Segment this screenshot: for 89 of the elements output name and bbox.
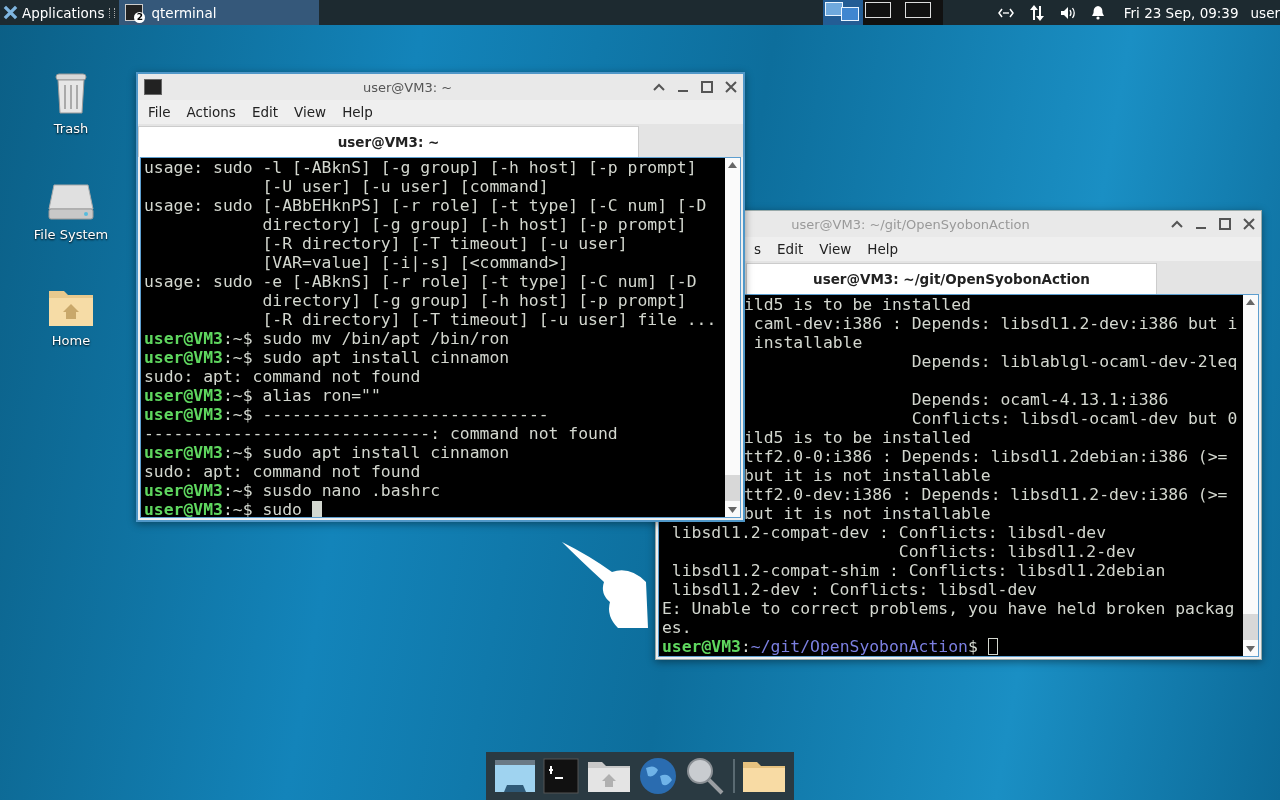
terminal-line: Depends: ocaml-4.13.1:i386: [910, 390, 1169, 409]
prompt-line: user@VM3:~$ sudo apt install cinnamon: [144, 443, 510, 462]
menu-item[interactable]: Help: [861, 241, 905, 257]
menu-item[interactable]: Help: [336, 104, 379, 120]
x-logo-icon: [3, 5, 18, 20]
shade-button[interactable]: [1171, 220, 1183, 228]
workspace-button[interactable]: [902, 0, 943, 25]
terminal-tab[interactable]: user@VM3: ~/git/OpenSyobonAction: [746, 263, 1157, 294]
terminal-line: [VAR=value] [-i|-s] [<command>]: [261, 253, 570, 272]
icon-label[interactable]: File System: [33, 227, 109, 242]
scrollbar-thumb[interactable]: [1243, 614, 1258, 640]
drive-icon[interactable]: [48, 183, 94, 221]
terminal-line: sudo: apt: command not found: [144, 462, 422, 481]
menu-item[interactable]: View: [288, 104, 333, 120]
search-icon[interactable]: [685, 756, 726, 796]
scroll-down-icon[interactable]: [1246, 646, 1255, 652]
terminal-line: usage: sudo -l [-ABknS] [-g group] [-h host] [-p prompt]: [144, 158, 698, 177]
terminal-line: but it is not installable: [743, 466, 991, 485]
scrollbar-thumb[interactable]: [725, 475, 740, 501]
globe-icon[interactable]: [637, 756, 678, 796]
menu-item[interactable]: s: [748, 241, 768, 257]
menu-item[interactable]: Edit: [771, 241, 810, 257]
terminal-line: [-R directory] [-T timeout] [-u user] file ...: [261, 310, 718, 329]
icon-label[interactable]: Home: [51, 333, 91, 348]
terminal-line: Conflicts: libsdl1.2-dev: [897, 542, 1137, 561]
grip-icon: [109, 7, 116, 18]
taskbar-button[interactable]: 2 qterminal: [119, 0, 320, 25]
terminal-line: libsdl1.2-dev : Conflicts: libsdl-dev: [670, 580, 1038, 599]
shade-button[interactable]: [653, 83, 665, 91]
terminal-line: ttf2.0-dev:i386 : Depends: libsdl1.2-dev:i386 (>=: [743, 485, 1228, 504]
terminal-line: [-U user] [-u user] [command]: [261, 177, 550, 196]
transfer-icon[interactable]: [1027, 3, 1046, 22]
terminal-line: ild5 is to be installed: [743, 295, 971, 314]
bell-icon[interactable]: [1090, 5, 1105, 20]
menu-item[interactable]: File: [142, 104, 177, 120]
terminal-line: Depends: liblablgl-ocaml-dev-2leq: [910, 352, 1238, 371]
user-menu[interactable]: user: [1250, 4, 1280, 21]
terminal-line: caml-dev:i386 : Depends: libsdl1.2-dev:i386 but i: [752, 314, 1238, 333]
close-button[interactable]: [725, 81, 737, 93]
menu-item[interactable]: View: [813, 241, 858, 257]
terminal-line: ild5 is to be installed: [743, 428, 971, 447]
terminal-line: but it is not installable: [743, 504, 991, 523]
terminal-line: [-R directory] [-T timeout] [-u user]: [261, 234, 629, 253]
terminal-line: installable: [752, 333, 863, 352]
scroll-down-icon[interactable]: [728, 507, 737, 513]
terminal-line: usage: sudo [-ABbEHknPS] [-r role] [-t type] [-C num] [-D: [144, 196, 708, 215]
terminal-line: es.: [662, 618, 693, 637]
count-badge: 2: [134, 12, 146, 23]
maximize-button[interactable]: [701, 81, 713, 93]
prompt-line: user@VM3:~/git/OpenSyobonAction$: [662, 637, 978, 656]
menu-item[interactable]: Actions: [180, 104, 242, 120]
terminal-line: usage: sudo -e [-ABknS] [-r role] [-t type] [-C num] [-D: [144, 272, 698, 291]
folder-icon[interactable]: [742, 759, 787, 793]
terminal-line: -----------------------------: command not found: [144, 424, 619, 443]
prompt-line: user@VM3:~$ sudo mv /bin/apt /bin/ron: [144, 329, 510, 348]
terminal-icon[interactable]: [543, 758, 580, 794]
terminal-line: libsdl1.2-compat-dev : Conflicts: libsdl-dev: [670, 523, 1108, 542]
prompt-line: user@VM3:~$ alias ron="": [144, 386, 381, 405]
menu-item[interactable]: Edit: [245, 104, 285, 120]
applications-menu[interactable]: Applications: [0, 0, 108, 25]
scrollbar[interactable]: [725, 158, 740, 517]
maximize-button[interactable]: [1219, 218, 1231, 230]
network-icon[interactable]: [997, 7, 1014, 18]
trash-icon[interactable]: [54, 71, 88, 115]
clock[interactable]: Fri 23 Sep, 09:39: [1123, 4, 1239, 21]
icon-label[interactable]: Trash: [53, 121, 89, 136]
terminal-line: ttf2.0-0:i386 : Depends: libsdl1.2debian:i386 (>=: [743, 447, 1228, 466]
terminal-line: Conflicts: libsdl-ocaml-dev but 0: [910, 409, 1238, 428]
workspace-button[interactable]: [862, 0, 903, 25]
prompt-line: user@VM3:~$ sudo apt install cinnamon: [144, 348, 510, 367]
prompt-line: user@VM3:~$ -----------------------------: [144, 405, 549, 424]
terminal-line: directory] [-g group] [-h host] [-p prompt]: [261, 291, 688, 310]
prompt-line: user@VM3:~$ susdo nano .bashrc: [144, 481, 441, 500]
scroll-up-icon[interactable]: [1246, 299, 1255, 305]
home-folder-icon[interactable]: [586, 759, 631, 793]
terminal-line: directory] [-g group] [-h host] [-p prompt]: [261, 215, 688, 234]
volume-icon[interactable]: [1059, 5, 1077, 20]
desktop-icon[interactable]: [493, 758, 536, 794]
workspace-button[interactable]: [822, 0, 863, 25]
terminal-icon: [144, 79, 162, 95]
terminal-line: libsdl1.2-compat-shim : Conflicts: libsdl1.2debian: [670, 561, 1167, 580]
terminal-line: E: Unable to correct problems, you have held broken packag: [662, 599, 1236, 618]
terminal-line: sudo: apt: command not found: [144, 367, 422, 386]
window-title: user@VM3: ~: [361, 79, 454, 95]
prompt-line: user@VM3:~$ sudo: [144, 500, 302, 517]
terminal-tab[interactable]: user@VM3: ~: [138, 126, 639, 157]
scroll-up-icon[interactable]: [728, 162, 737, 168]
close-button[interactable]: [1243, 218, 1255, 230]
scrollbar[interactable]: [1243, 295, 1258, 656]
